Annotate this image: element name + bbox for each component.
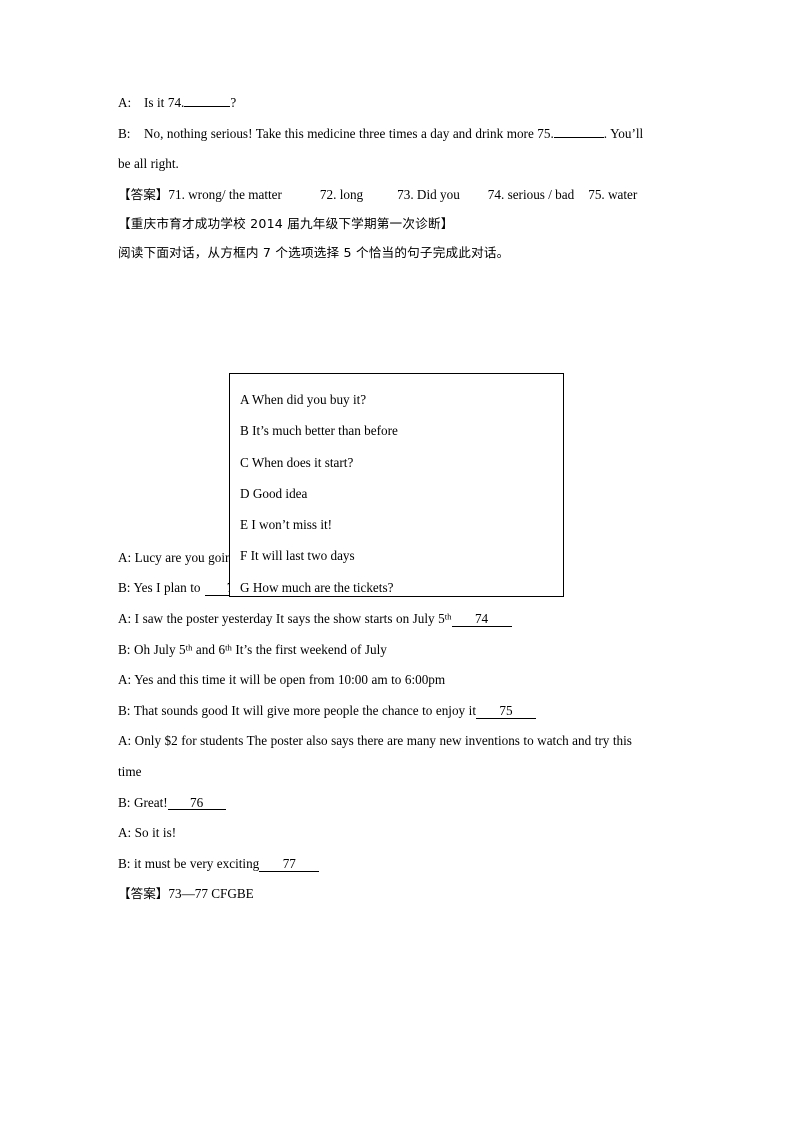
dialogue-line-7-wrap: time bbox=[118, 763, 142, 779]
top-dialogue-line-b-wrap: be all right. bbox=[118, 156, 179, 172]
answer-item-75: 75. water bbox=[588, 186, 638, 202]
instruction-line: 阅读下面对话，从方框内 7 个选项选择 5 个恰当的句子完成此对话。 bbox=[118, 244, 510, 260]
top-dialogue-a-text: Is it 74. bbox=[144, 95, 185, 110]
option-item-a[interactable]: A When did you buy it? bbox=[240, 384, 563, 415]
speaker-label-b: B: bbox=[118, 125, 131, 141]
option-item-c[interactable]: C When does it start? bbox=[240, 447, 563, 478]
dialogue-line-3-text: A: I saw the poster yesterday It says th… bbox=[118, 610, 445, 626]
top-dialogue-line-a: A: Is it 74.? bbox=[118, 88, 680, 119]
source-heading: 【重庆市育才成功学校 2014 届九年级下学期第一次诊断】 bbox=[118, 215, 454, 231]
dialogue-line-5: A: Yes and this time it will be open fro… bbox=[118, 672, 446, 688]
ordinal-suffix-th: th bbox=[225, 641, 232, 652]
option-item-e[interactable]: E I won’t miss it! bbox=[240, 509, 563, 540]
speaker-label-a: A: bbox=[118, 95, 132, 110]
top-dialogue-b-post: . You’ll bbox=[603, 125, 644, 141]
answer-key-bottom-text: 73—77 CFGBE bbox=[168, 886, 254, 902]
dialogue-line-10-text: B: it must be very exciting bbox=[118, 855, 260, 871]
dialogue-line-10: B: it must be very exciting 77 bbox=[118, 849, 680, 880]
answer-item-74: 74. serious / bad bbox=[487, 186, 575, 202]
answer-key-bottom: 【答案】73—77 CFGBE bbox=[118, 879, 680, 908]
dialogue-line-9: A: So it is! bbox=[118, 825, 177, 841]
ordinal-suffix-th: th bbox=[444, 611, 452, 622]
dialogue-line-3: A: I saw the poster yesterday It says th… bbox=[118, 604, 680, 635]
dialogue-line-2-text: B: Yes I plan to bbox=[118, 580, 201, 596]
answer-bracket-label: 【答案】 bbox=[118, 186, 169, 202]
top-dialogue-b-text: No, nothing serious! Take this medicine … bbox=[144, 125, 554, 141]
dialogue-line-6-text: B: That sounds good It will give more pe… bbox=[118, 702, 476, 718]
top-dialogue-a-post: ? bbox=[230, 95, 237, 110]
answer-bracket-label-bottom: 【答案】 bbox=[118, 886, 169, 902]
dialogue-line-4-post: It’s the first weekend of July bbox=[231, 641, 387, 657]
dialogue-line-4-mid: and 6 bbox=[192, 641, 226, 657]
answer-item-72: 72. long bbox=[319, 186, 364, 202]
option-item-d[interactable]: D Good idea bbox=[240, 478, 563, 509]
answer-item-71: 71. wrong/ the matter bbox=[168, 186, 282, 202]
dialogue-line-7: A: Only $2 for students The poster also … bbox=[118, 733, 632, 749]
option-item-f[interactable]: F It will last two days bbox=[240, 540, 563, 571]
answer-key-top: 【答案】71. wrong/ the matter 72. long 73. Did… bbox=[118, 180, 680, 209]
dialogue-line-4-pre: B: Oh July 5 bbox=[118, 641, 186, 657]
dialogue-line-6: B: That sounds good It will give more pe… bbox=[118, 696, 680, 727]
blank-74-dialogue[interactable]: 74 bbox=[451, 612, 512, 627]
top-dialogue-line-b: B: No, nothing serious! Take this medicin… bbox=[118, 119, 680, 150]
option-item-g[interactable]: G How much are the tickets? bbox=[240, 572, 563, 603]
dialogue-line-8: B: Great! 76 bbox=[118, 788, 680, 819]
dialogue-line-4: B: Oh July 5th and 6th It’s the first we… bbox=[118, 635, 680, 666]
answer-item-73: 73. Did you bbox=[397, 186, 460, 202]
blank-76[interactable]: 76 bbox=[167, 795, 226, 811]
dialogue-line-8-text: B: Great! bbox=[118, 794, 168, 810]
options-box: A When did you buy it? B It’s much bette… bbox=[229, 373, 564, 597]
blank-75-dialogue[interactable]: 75 bbox=[475, 703, 536, 719]
blank-74[interactable] bbox=[184, 92, 231, 107]
document-page: A: Is it 74.? B: No, nothing serious! Take… bbox=[0, 0, 794, 1123]
option-item-b[interactable]: B It’s much better than before bbox=[240, 415, 563, 446]
blank-77[interactable]: 77 bbox=[259, 856, 320, 872]
blank-75[interactable] bbox=[553, 123, 604, 138]
